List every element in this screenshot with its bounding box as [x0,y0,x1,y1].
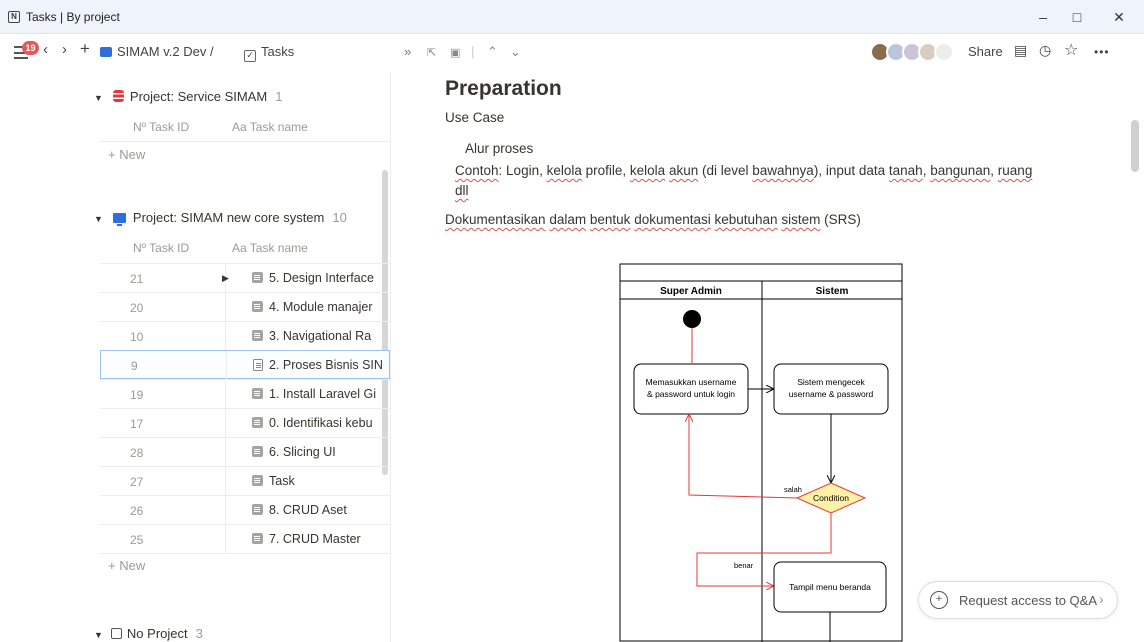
page-icon [252,330,263,341]
avatar[interactable] [934,42,954,62]
page-icon [252,533,263,544]
lane-sistem: Sistem [816,286,849,297]
app-icon: N [8,11,20,23]
back-icon[interactable]: ‹ [43,41,48,58]
breadcrumb-workspace[interactable]: SIMAM v.2 Dev / [100,44,214,59]
maximize-icon[interactable]: □ [1064,6,1090,28]
page-heading: Preparation [445,77,562,100]
collaborator-avatars[interactable] [870,42,966,62]
new-row-button[interactable]: + New [108,147,145,162]
table-row[interactable]: 10 3. Navigational Ra [100,321,390,351]
document-icon [253,359,263,371]
svg-text:salah: salah [784,485,802,494]
document-scrollbar[interactable] [1131,120,1139,172]
page-icon [252,504,263,515]
page-icon [252,272,263,283]
history-icon[interactable]: ◷ [1039,42,1051,59]
page-icon [252,446,263,457]
minimize-icon[interactable]: – [1030,6,1056,28]
svg-text:benar: benar [734,561,754,570]
column-task-id[interactable]: Nº Task ID [133,120,189,134]
toggle-down-icon[interactable]: ▼ [94,214,103,224]
group-new-core-system[interactable]: ▼ Project: SIMAM new core system 10 [94,210,347,226]
table-row[interactable]: 21 ▶ 5. Design Interface [100,263,390,293]
panel-icon[interactable]: ▣ [450,46,460,59]
toggle-down-icon[interactable]: ▼ [94,93,103,103]
share-button[interactable]: Share [968,44,1003,59]
toolbar-divider: | [471,44,475,59]
svg-text:Sistem mengecek: Sistem mengecek [797,377,865,387]
table-row[interactable]: 19 1. Install Laravel Gi [100,379,390,409]
page-icon [252,475,263,486]
expand-icon[interactable]: ⇱ [427,46,436,59]
monitor-icon [112,213,126,226]
checkbox-icon: ✓ [244,50,256,62]
breadcrumb-page[interactable]: ✓ Tasks [244,44,294,62]
page-icon [252,388,263,399]
svg-text:Tampil menu beranda: Tampil menu beranda [789,582,871,592]
column-task-name[interactable]: Aa Task name [232,120,308,134]
column-task-id[interactable]: Nº Task ID [133,241,189,255]
comment-icon[interactable]: ▤ [1014,42,1027,59]
app-toolbar: 19 ‹ › + SIMAM v.2 Dev / ✓ Tasks » ⇱ ▣ | … [0,34,1144,72]
svg-text:username & password: username & password [789,389,874,399]
table-row[interactable]: 26 8. CRUD Aset [100,495,390,525]
expand-arrow-icon[interactable]: ▶ [222,273,229,284]
sparkle-icon: + [930,591,948,609]
close-icon[interactable]: ✕ [1106,6,1132,28]
more-icon[interactable]: ••• [1094,45,1110,59]
column-task-name[interactable]: Aa Task name [232,241,308,255]
new-row-button[interactable]: + New [108,558,145,573]
table-row[interactable]: 17 0. Identifikasi kebu [100,408,390,438]
text-contoh: Contoh: Login, kelola profile, kelola ak… [455,163,1033,178]
svg-text:Memasukkan username: Memasukkan username [646,377,737,387]
window-title: Tasks | By project [26,10,120,24]
divider [100,553,390,554]
chevron-up-icon[interactable]: ⌃ [487,44,498,60]
add-icon[interactable]: + [80,39,90,59]
collapse-icon[interactable]: » [404,44,411,59]
monitor-icon [100,47,112,57]
divider [100,141,390,142]
star-icon[interactable]: ☆ [1064,40,1078,60]
window-titlebar: N Tasks | By project – □ ✕ [0,0,1144,34]
request-qa-button[interactable]: + Request access to Q&A › [918,581,1118,619]
table-row[interactable]: 25 7. CRUD Master [100,524,390,554]
lane-super-admin: Super Admin [660,286,722,297]
page-icon [252,301,263,312]
notification-badge: 19 [22,41,39,55]
start-node [683,310,701,328]
chevron-right-icon: › [1099,591,1104,607]
forward-icon[interactable]: › [62,41,67,58]
text-alur-proses: Alur proses [465,141,534,156]
table-row[interactable]: 28 6. Slicing UI [100,437,390,467]
toggle-down-icon[interactable]: ▼ [94,630,103,640]
table-row[interactable]: 27 Task [100,466,390,496]
page-icon [252,417,263,428]
chevron-down-icon[interactable]: ⌄ [510,44,521,60]
text-use-case: Use Case [445,110,505,125]
sidebar-toggle-button[interactable]: 19 [14,41,39,61]
database-icon [112,90,124,102]
blank-page-icon [110,628,122,639]
svg-text:Condition: Condition [813,493,849,503]
text-dokumentasi: Dokumentasikan dalam bentuk dokumentasi … [445,212,861,227]
activity-diagram: Super Admin Sistem Memasukkan username &… [619,263,903,642]
group-no-project[interactable]: ▼ No Project 3 [94,626,203,641]
text-dll: dll [455,183,469,198]
table-row-selected[interactable]: 9 2. Proses Bisnis SIN [100,350,390,380]
svg-text:& password untuk login: & password untuk login [647,389,735,399]
group-service-simam[interactable]: ▼ Project: Service SIMAM 1 [94,89,282,104]
table-row[interactable]: 20 4. Module manajer [100,292,390,322]
